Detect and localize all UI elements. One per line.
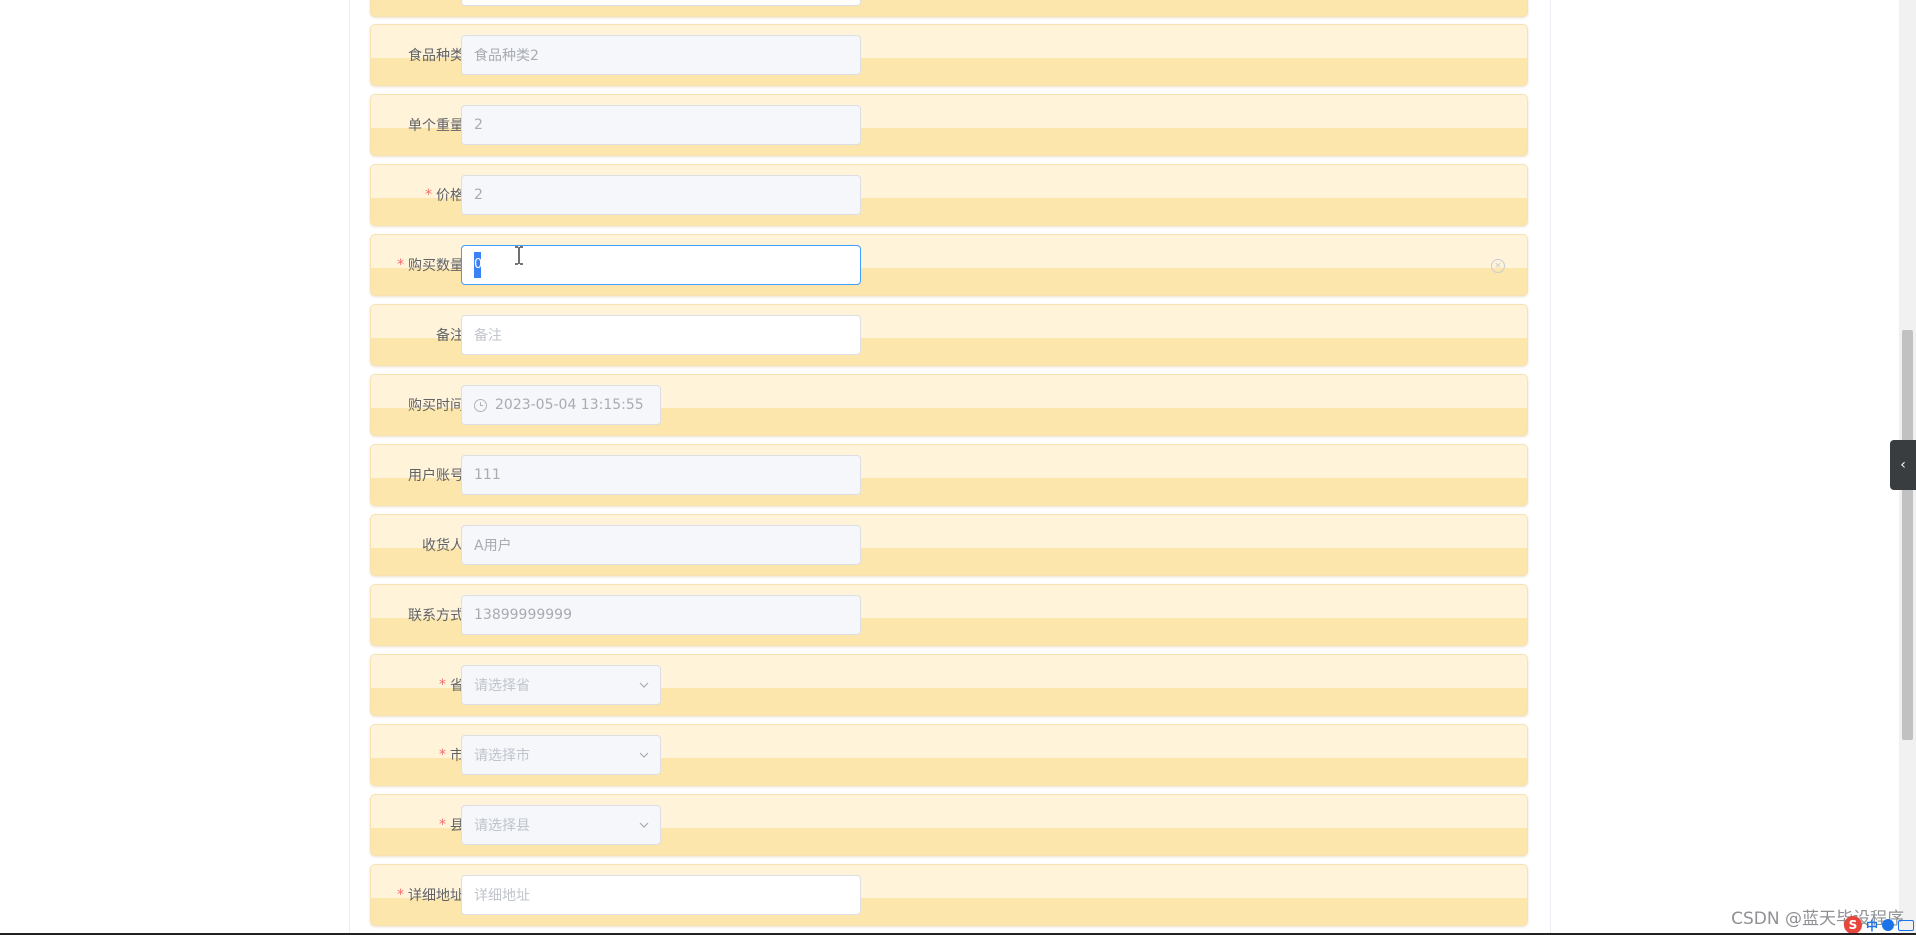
cut-input[interactable] bbox=[461, 0, 861, 6]
purchase-time-picker[interactable]: 2023-05-04 13:15:55 bbox=[461, 385, 661, 425]
remark-label: 备注 bbox=[436, 328, 464, 344]
contact-label: 联系方式 bbox=[408, 608, 464, 624]
form-row-remark: 备注 备注 bbox=[370, 304, 1528, 366]
text-cursor-icon bbox=[515, 246, 523, 265]
side-panel-toggle[interactable]: ‹ bbox=[1890, 440, 1916, 490]
city-select[interactable]: 请选择市 bbox=[461, 735, 661, 775]
form-row-food-type: 食品种类 食品种类2 bbox=[370, 24, 1528, 86]
scrollbar-thumb[interactable] bbox=[1902, 330, 1913, 740]
address-input[interactable]: 详细地址 bbox=[461, 875, 861, 915]
account-input[interactable]: 111 bbox=[461, 455, 861, 495]
consignee-label: 收货人 bbox=[422, 538, 464, 554]
form-row-purchase-time: 购买时间 2023-05-04 13:15:55 bbox=[370, 374, 1528, 436]
form-row-account: 用户账号 111 bbox=[370, 444, 1528, 506]
contact-input[interactable]: 13899999999 bbox=[461, 595, 861, 635]
chevron-left-icon: ‹ bbox=[1900, 457, 1906, 473]
county-select[interactable]: 请选择县 bbox=[461, 805, 661, 845]
unit-weight-input[interactable]: 2 bbox=[461, 105, 861, 145]
price-input[interactable]: 2 bbox=[461, 175, 861, 215]
quantity-label: * 购买数量 bbox=[397, 257, 464, 274]
keyboard-icon[interactable] bbox=[1898, 919, 1914, 931]
province-select[interactable]: 请选择省 bbox=[461, 665, 661, 705]
form-row-city: * 市 请选择市 bbox=[370, 724, 1528, 786]
sogou-icon[interactable]: S bbox=[1843, 916, 1862, 934]
form-row-consignee: 收货人 A用户 bbox=[370, 514, 1528, 576]
unit-weight-label: 单个重量 bbox=[408, 118, 464, 134]
remark-input[interactable]: 备注 bbox=[461, 315, 861, 355]
address-label: * 详细地址 bbox=[397, 887, 464, 904]
form-row-contact: 联系方式 13899999999 bbox=[370, 584, 1528, 646]
circle-close-icon[interactable]: × bbox=[1491, 259, 1505, 273]
chevron-down-icon bbox=[639, 822, 649, 828]
form-row-unit-weight: 单个重量 2 bbox=[370, 94, 1528, 156]
chevron-down-icon bbox=[639, 682, 649, 688]
form-row-cut bbox=[370, 0, 1528, 17]
food-type-input[interactable]: 食品种类2 bbox=[461, 35, 861, 75]
clock-icon bbox=[474, 398, 487, 412]
form-row-address: * 详细地址 详细地址 bbox=[370, 864, 1528, 926]
system-tray: S 中 bbox=[1843, 915, 1914, 935]
ime-mode[interactable]: 中 bbox=[1866, 917, 1878, 934]
consignee-input[interactable]: A用户 bbox=[461, 525, 861, 565]
quantity-selected-text: 0 bbox=[474, 252, 482, 278]
food-type-label: 食品种类 bbox=[408, 48, 464, 64]
form-row-province: * 省 请选择省 bbox=[370, 654, 1528, 716]
chevron-down-icon bbox=[639, 752, 649, 758]
purchase-time-label: 购买时间 bbox=[408, 398, 464, 414]
form-row-price: * 价格 2 bbox=[370, 164, 1528, 226]
price-label: * 价格 bbox=[425, 187, 464, 204]
form-row-county: * 县 请选择县 bbox=[370, 794, 1528, 856]
form-row-quantity: * 购买数量 0 × bbox=[370, 234, 1528, 296]
account-label: 用户账号 bbox=[408, 468, 464, 484]
settings-icon[interactable] bbox=[1882, 919, 1894, 931]
